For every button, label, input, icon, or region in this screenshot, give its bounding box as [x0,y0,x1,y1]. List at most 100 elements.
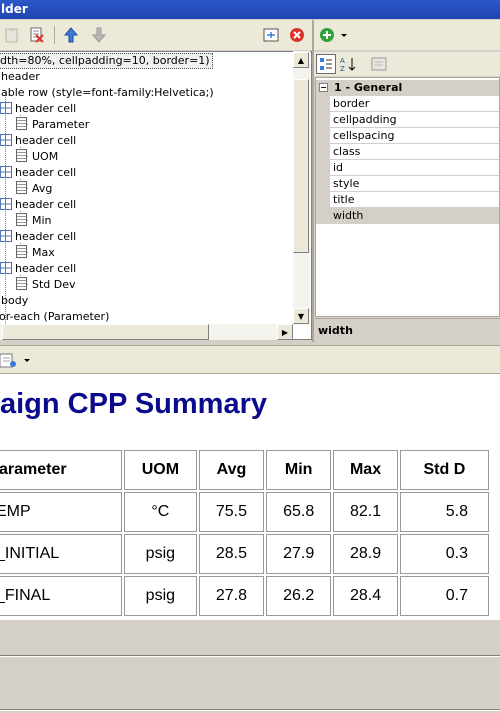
tree-item-label: header cell [15,166,77,179]
alphabetical-icon[interactable]: AZ [339,54,359,74]
scroll-right-icon[interactable]: ▶ [277,324,293,340]
scroll-thumb[interactable] [293,79,309,253]
svg-text:Z: Z [340,65,345,72]
property-pages-icon[interactable] [369,54,389,74]
tree-item-label: UOM [32,150,59,163]
summary-table: arameter UOM Avg Min Max Std D EMP °C 75… [0,448,491,618]
table-cell: 28.9 [333,534,398,574]
property-cellspacing[interactable]: cellspacing [330,128,499,144]
property-style[interactable]: style [330,176,499,192]
column-header: UOM [123,450,197,490]
paste-icon[interactable] [2,25,22,45]
tree-item-label: Min [32,214,52,227]
table-cell: °C [123,492,197,532]
property-class[interactable]: class [330,144,499,160]
tree-item-text[interactable]: Min [16,213,52,229]
tree-item-text[interactable]: UOM [16,149,58,165]
tree-item-header-cell[interactable]: header cell [0,101,76,117]
tree-item-label: Parameter [32,118,90,131]
table-cell: 0.7 [399,576,489,616]
close-icon[interactable] [287,25,307,45]
tree-item-for-each[interactable]: or-each (Parameter) [0,309,109,325]
property-cellpadding[interactable]: cellpadding [330,112,499,128]
move-down-icon[interactable] [89,25,109,45]
property-title[interactable]: title [330,192,499,208]
scroll-thumb[interactable] [2,324,209,340]
tree-item-header-cell[interactable]: header cell [0,165,76,181]
tree-item-header-cell[interactable]: header cell [0,229,76,245]
tree-item-header-cell[interactable]: header cell [0,261,76,277]
header-cell-icon [0,102,12,114]
properties-toolbar-top [314,20,500,50]
table-header-row: arameter UOM Avg Min Max Std D [0,450,489,490]
table-cell: 0.3 [399,534,489,574]
text-node-icon [16,213,27,226]
column-header: arameter [0,450,122,490]
text-node-icon [16,277,27,290]
collapse-icon[interactable]: − [319,83,328,92]
column-header: Min [266,450,332,490]
table-cell: 26.2 [266,576,332,616]
property-description: width [315,318,500,342]
tree-item-header-cell[interactable]: header cell [0,197,76,213]
tree-item-text[interactable]: Std Dev [16,277,76,293]
tree-item-label: header cell [15,230,77,243]
table-row: _FINAL psig 27.8 26.2 28.4 0.7 [0,576,489,616]
tree-item-label: Max [32,246,55,259]
scroll-down-icon[interactable]: ▼ [293,308,309,324]
tree-item-text[interactable]: Max [16,245,55,261]
text-node-icon [16,181,27,194]
tree-item-table-row[interactable]: able row (style=font-family:Helvetica;) [1,85,214,101]
table-cell: 28.4 [333,576,398,616]
tree-view[interactable]: dth=80%, cellpadding=10, border=1) heade… [0,51,312,340]
table-cell: 27.8 [198,576,265,616]
toolbar-separator [54,26,55,44]
property-category[interactable]: − 1 - General [316,80,499,96]
page-setup-icon[interactable] [0,350,30,370]
text-node-icon [16,245,27,258]
tree-item-label: Avg [32,182,53,195]
tree-horizontal-scrollbar[interactable]: ▶ [0,324,293,340]
table-cell: EMP [0,492,122,532]
property-border[interactable]: border [330,96,499,112]
tree-item-label: Std Dev [32,278,76,291]
table-cell: 27.9 [266,534,332,574]
table-cell: 5.8 [399,492,489,532]
tree-vertical-scrollbar[interactable]: ▲ ▼ [293,51,310,325]
property-id[interactable]: id [330,160,499,176]
table-cell: psig [123,534,197,574]
column-header: Avg [198,450,265,490]
property-grid[interactable]: − 1 - General border cellpadding cellspa… [315,77,500,317]
tree-toolbar [0,20,312,50]
add-icon[interactable] [318,25,350,45]
categorized-icon[interactable] [316,54,336,74]
table-cell: 82.1 [333,492,398,532]
tree-item-label: header cell [15,102,77,115]
table-cell: _FINAL [0,576,122,616]
tree-item-text[interactable]: Parameter [16,117,89,133]
scroll-up-icon[interactable]: ▲ [293,52,309,68]
table-cell: 65.8 [266,492,332,532]
table-cell: 28.5 [198,534,265,574]
category-label: 1 - General [334,81,403,94]
svg-text:A: A [340,57,345,65]
window-title: lder [0,0,500,19]
column-header: Max [333,450,398,490]
tree-item-label: header cell [15,198,77,211]
tree-item-body[interactable]: body [1,293,28,309]
table-row: EMP °C 75.5 65.8 82.1 5.8 [0,492,489,532]
move-up-icon[interactable] [61,25,81,45]
property-grid-gutter [316,96,330,224]
header-cell-icon [0,262,12,274]
delete-icon[interactable] [27,25,47,45]
tree-item-label: header cell [15,134,77,147]
property-width[interactable]: width [330,208,499,224]
tree-item-table[interactable]: dth=80%, cellpadding=10, border=1) [0,53,213,69]
header-cell-icon [0,230,12,242]
header-cell-icon [0,198,12,210]
expand-all-icon[interactable] [261,25,281,45]
report-title: aign CPP Summary [0,388,268,420]
tree-item-header[interactable]: header [1,69,40,85]
tree-item-text[interactable]: Avg [16,181,52,197]
tree-item-header-cell[interactable]: header cell [0,133,76,149]
